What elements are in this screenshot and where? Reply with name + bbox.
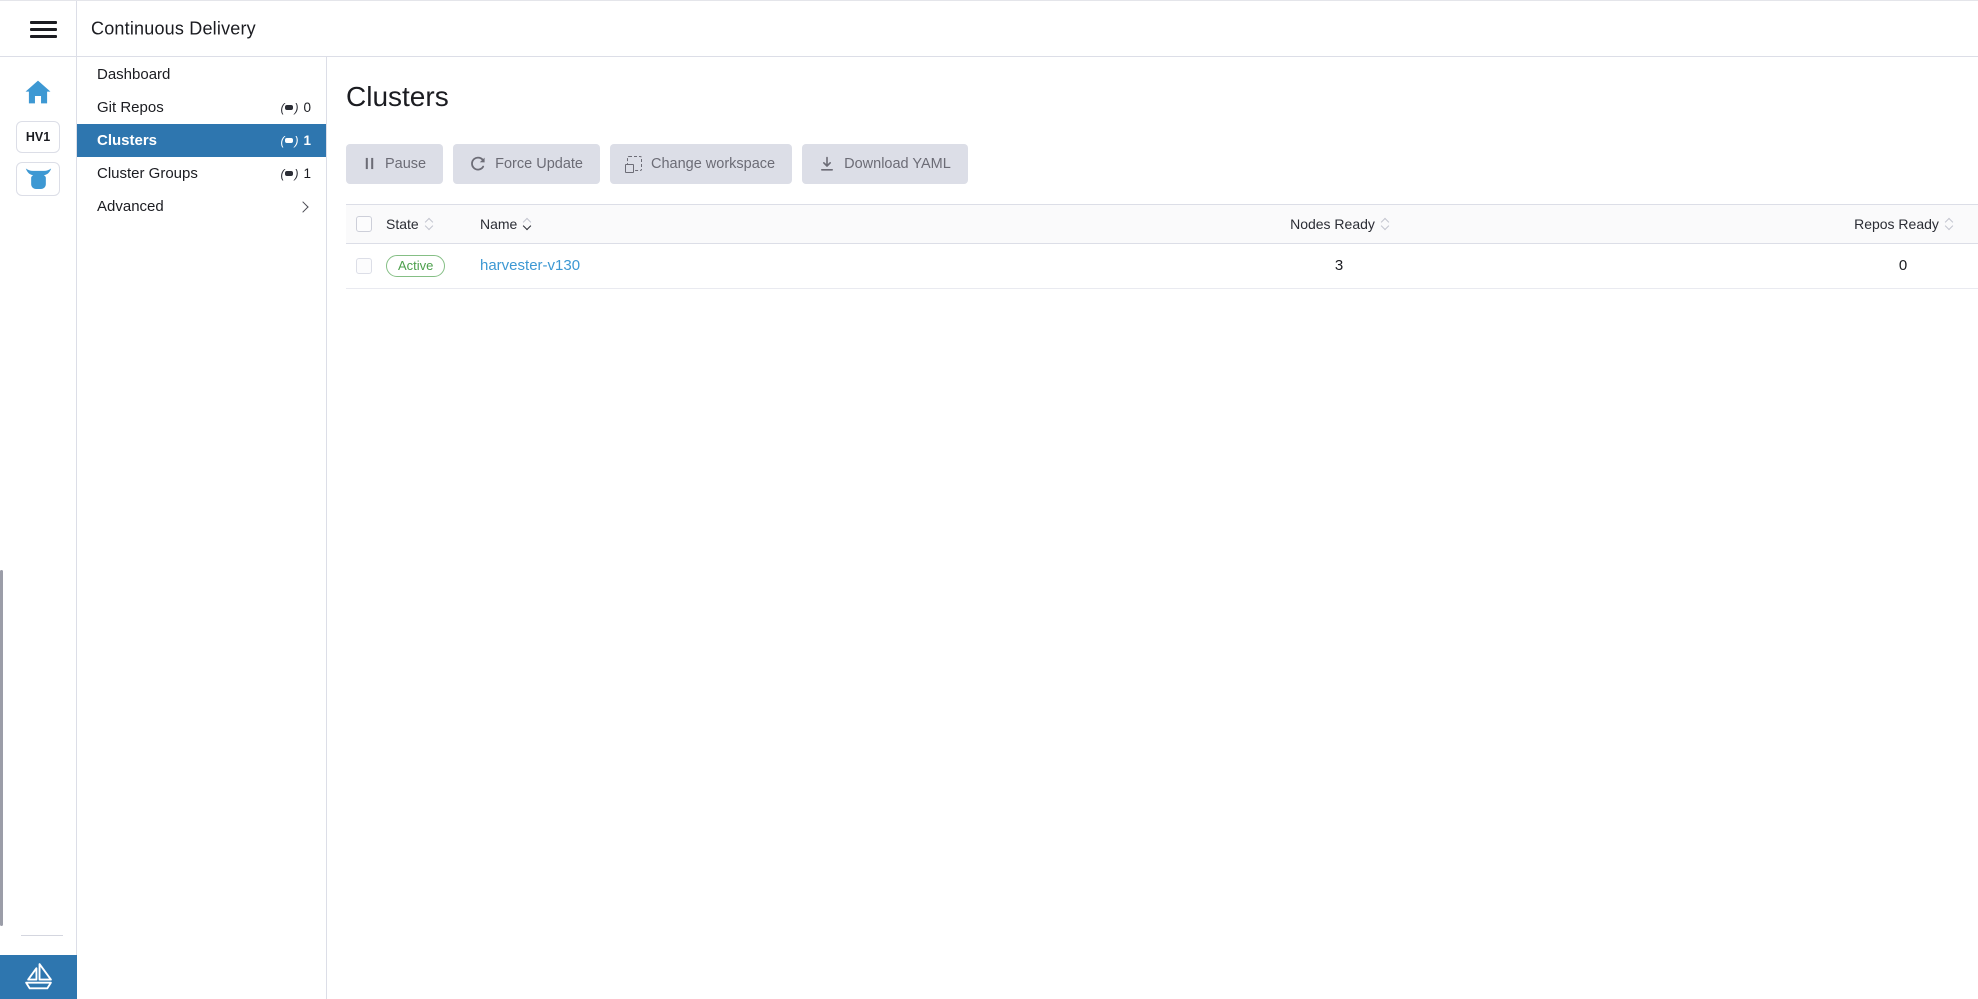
force-update-label: Force Update: [495, 156, 583, 172]
sidebar-item-dashboard[interactable]: Dashboard: [77, 58, 326, 91]
column-header-name[interactable]: Name: [480, 216, 1264, 232]
select-all-checkbox[interactable]: [356, 216, 372, 232]
app-title: Continuous Delivery: [91, 18, 256, 39]
row-checkbox[interactable]: [356, 258, 372, 274]
bundle-count-icon: (): [280, 135, 298, 147]
pause-button[interactable]: Pause: [346, 144, 443, 184]
nav-label: Git Repos: [97, 99, 164, 116]
workspace-icon: [627, 156, 642, 171]
bundle-count-icon: (): [280, 168, 298, 180]
sidebar-item-cluster-groups[interactable]: Cluster Groups () 1: [77, 157, 326, 190]
download-yaml-label: Download YAML: [844, 156, 951, 172]
home-icon[interactable]: [25, 80, 51, 104]
chevron-right-icon: [297, 201, 308, 212]
table-header-row: State Name Nodes Ready Repos Ready: [346, 204, 1978, 244]
force-update-button[interactable]: Force Update: [453, 144, 600, 184]
app-window: Continuous Delivery HV1 Da: [0, 0, 1978, 999]
column-label: Nodes Ready: [1290, 216, 1375, 232]
sort-icon-active: [524, 219, 530, 229]
hamburger-menu-icon[interactable]: [30, 17, 57, 41]
column-header-state[interactable]: State: [386, 216, 480, 232]
column-label: State: [386, 216, 419, 232]
sort-icon: [1946, 219, 1952, 229]
column-label: Name: [480, 216, 517, 232]
repos-ready-cell: 0: [1828, 257, 1978, 274]
nav-label: Advanced: [97, 198, 164, 215]
sailboat-icon: [23, 963, 54, 992]
main-content: Clusters Pause Force Update Change works…: [327, 57, 1978, 999]
nav-label: Cluster Groups: [97, 165, 198, 182]
sidebar-item-clusters[interactable]: Clusters () 1: [77, 124, 326, 157]
nodes-ready-cell: 3: [1264, 257, 1414, 274]
select-all-cell: [346, 216, 386, 232]
sidebar-item-git-repos[interactable]: Git Repos () 0: [77, 91, 326, 124]
name-cell: harvester-v130: [480, 257, 1264, 275]
download-icon: [819, 156, 835, 172]
pause-icon: [363, 156, 376, 171]
nav-label: Dashboard: [97, 66, 170, 83]
column-header-repos-ready[interactable]: Repos Ready: [1828, 216, 1978, 232]
cluster-name-link[interactable]: harvester-v130: [480, 257, 580, 274]
page-title: Clusters: [346, 82, 1978, 113]
cluster-badge-label: HV1: [26, 130, 50, 144]
state-cell: Active: [386, 255, 480, 277]
sort-icon: [426, 219, 432, 229]
table-row[interactable]: Active harvester-v130 3 0: [346, 244, 1978, 289]
row-select-cell: [346, 258, 386, 274]
clusters-table: State Name Nodes Ready Repos Ready: [346, 204, 1978, 289]
download-yaml-button[interactable]: Download YAML: [802, 144, 968, 184]
pause-label: Pause: [385, 156, 426, 172]
change-workspace-button[interactable]: Change workspace: [610, 144, 792, 184]
column-label: Repos Ready: [1854, 216, 1939, 232]
sidebar-item-advanced[interactable]: Advanced: [77, 190, 326, 223]
refresh-icon: [470, 156, 486, 172]
status-badge: Active: [386, 255, 445, 277]
rail-divider: [21, 935, 63, 936]
nav-count: 1: [303, 166, 311, 181]
top-bar: Continuous Delivery: [0, 0, 1978, 57]
topbar-divider: [76, 1, 77, 56]
nav-count: 0: [303, 100, 311, 115]
side-nav: Dashboard Git Repos () 0 Clusters () 1 C…: [77, 57, 327, 999]
icon-rail: HV1: [0, 57, 77, 999]
fleet-footer-button[interactable]: [0, 955, 77, 999]
sort-icon: [1382, 219, 1388, 229]
nav-count: 1: [303, 133, 311, 148]
cluster-badge-hv1[interactable]: HV1: [16, 121, 60, 153]
bull-icon: [25, 168, 52, 190]
nav-scrollbar-thumb[interactable]: [0, 570, 3, 926]
change-workspace-label: Change workspace: [651, 156, 775, 172]
bundle-count-icon: (): [280, 102, 298, 114]
column-header-nodes-ready[interactable]: Nodes Ready: [1264, 216, 1414, 232]
nav-label: Clusters: [97, 132, 157, 149]
action-toolbar: Pause Force Update Change workspace Down…: [346, 144, 1978, 184]
rancher-app-icon[interactable]: [16, 162, 60, 196]
